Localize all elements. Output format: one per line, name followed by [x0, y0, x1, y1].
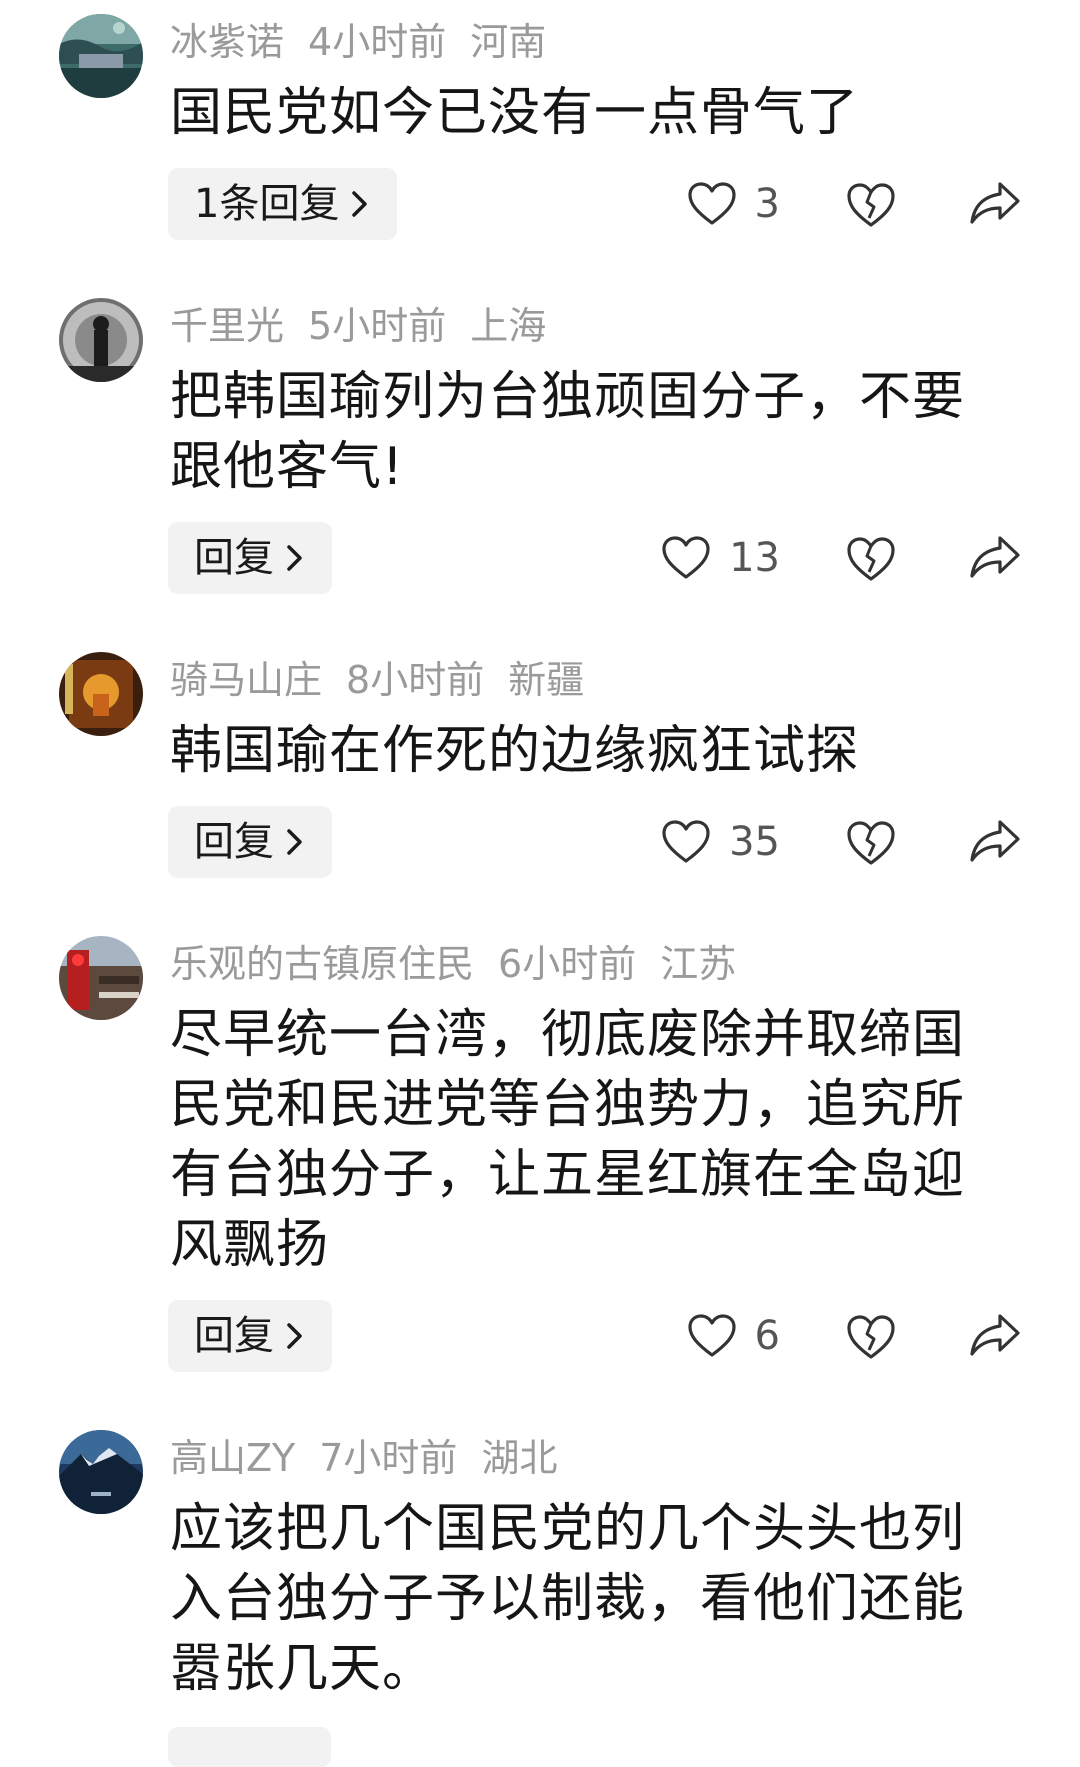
share-arrow-icon[interactable] — [968, 534, 1022, 580]
avatar[interactable] — [59, 1430, 143, 1514]
username[interactable]: 骑马山庄 — [170, 658, 322, 702]
like-button[interactable]: 3 — [687, 168, 780, 240]
reply-button[interactable]: 回复 — [168, 806, 332, 878]
reply-button[interactable]: 回复 — [168, 1300, 332, 1372]
comment-text: 尽早统一台湾，彻底废除并取缔国民党和民进党等台独势力，追究所有台独分子，让五星红… — [170, 1005, 966, 1275]
heart-outline-icon — [687, 1314, 736, 1357]
comment-meta: 乐观的古镇原住民 6小时前 江苏 — [170, 936, 760, 992]
comment-text: 应该把几个国民党的几个头头也列入台独分子予以制裁，看他们还能嚣张几天。 — [170, 1499, 966, 1699]
avatar[interactable] — [59, 936, 143, 1020]
heart-outline-icon — [687, 182, 736, 225]
reply-button[interactable] — [168, 1727, 331, 1767]
reply-button[interactable]: 1条回复 — [168, 168, 398, 240]
broken-heart-icon[interactable] — [846, 818, 896, 868]
username[interactable]: 千里光 — [170, 304, 284, 348]
like-button[interactable]: 6 — [687, 1300, 780, 1372]
avatar[interactable] — [59, 14, 143, 98]
broken-heart-icon[interactable] — [846, 534, 896, 584]
username[interactable]: 高山ZY — [170, 1436, 295, 1480]
broken-heart-icon[interactable] — [846, 180, 896, 230]
location: 新疆 — [508, 658, 585, 702]
like-button[interactable]: 13 — [661, 522, 780, 594]
like-count: 13 — [729, 535, 780, 581]
reply-label: 回复 — [194, 1313, 274, 1359]
timestamp: 6小时前 — [498, 942, 637, 986]
like-button[interactable]: 35 — [661, 806, 780, 878]
username[interactable]: 冰紫诺 — [170, 20, 284, 64]
like-count: 6 — [754, 1313, 780, 1359]
chevron-right-icon — [287, 1323, 302, 1349]
reply-label: 回复 — [194, 819, 274, 865]
like-count: 3 — [754, 181, 780, 227]
comment-text: 把韩国瑜列为台独顽固分子，不要跟他客气! — [170, 367, 966, 497]
chevron-right-icon — [287, 545, 302, 571]
like-count: 35 — [729, 819, 780, 865]
reply-label: 1条回复 — [194, 181, 340, 227]
comment-meta: 千里光 5小时前 上海 — [170, 298, 570, 354]
timestamp: 4小时前 — [308, 20, 447, 64]
share-arrow-icon[interactable] — [968, 1312, 1022, 1358]
location: 江苏 — [660, 942, 737, 986]
username[interactable]: 乐观的古镇原住民 — [170, 942, 474, 986]
comment-meta: 冰紫诺 4小时前 河南 — [170, 14, 570, 70]
avatar[interactable] — [59, 652, 143, 736]
reply-label: 回复 — [194, 535, 274, 581]
comment-text: 国民党如今已没有一点骨气了 — [170, 83, 860, 143]
avatar[interactable] — [59, 298, 143, 382]
location: 湖北 — [481, 1436, 558, 1480]
share-arrow-icon[interactable] — [968, 180, 1022, 226]
timestamp: 8小时前 — [346, 658, 485, 702]
heart-outline-icon — [662, 820, 710, 863]
broken-heart-icon[interactable] — [846, 1312, 896, 1362]
location: 河南 — [470, 20, 547, 64]
comment-text: 韩国瑜在作死的边缘疯狂试探 — [170, 721, 860, 781]
comment-meta: 骑马山庄 8小时前 新疆 — [170, 652, 608, 708]
heart-outline-icon — [662, 536, 710, 579]
share-arrow-icon[interactable] — [968, 818, 1022, 864]
comment-meta: 高山ZY 7小时前 湖北 — [170, 1430, 581, 1486]
chevron-right-icon — [352, 191, 368, 217]
reply-button[interactable]: 回复 — [168, 522, 332, 594]
location: 上海 — [470, 304, 547, 348]
chevron-right-icon — [287, 829, 302, 855]
timestamp: 5小时前 — [308, 304, 447, 348]
timestamp: 7小时前 — [319, 1436, 458, 1480]
